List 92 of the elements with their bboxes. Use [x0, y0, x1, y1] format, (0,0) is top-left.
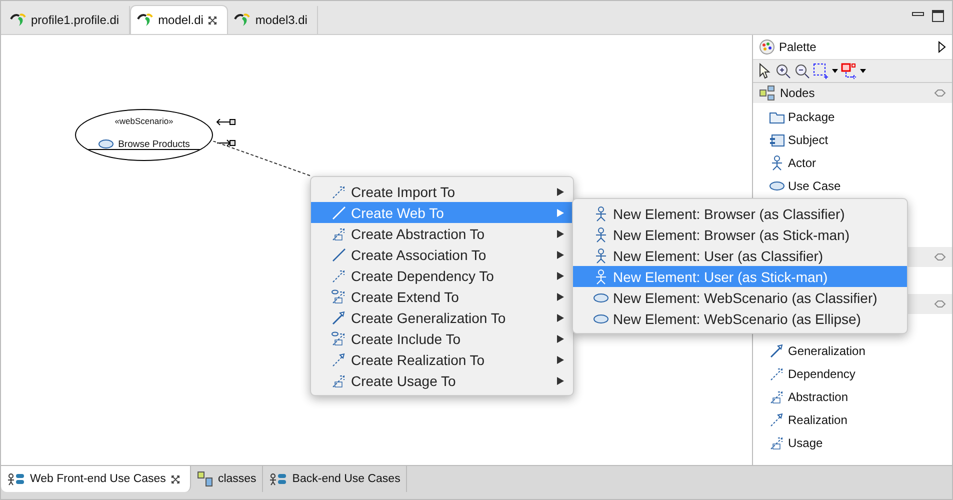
- submenu-arrow-icon: [555, 354, 565, 364]
- tab-label: Web Front-end Use Cases: [30, 473, 166, 485]
- actor-icon: [593, 206, 609, 222]
- menu-item[interactable]: Create Dependency To: [311, 265, 573, 286]
- palette-tool[interactable]: Dependency: [788, 366, 856, 380]
- class-icon: [196, 471, 213, 487]
- dependency-icon: [331, 268, 347, 284]
- use-case-diagram-icon: [7, 472, 25, 486]
- zoom-in-icon[interactable]: [775, 63, 791, 79]
- palette-tool[interactable]: Use Case: [788, 178, 841, 192]
- dropdown-icon[interactable]: [860, 69, 866, 73]
- submenu-arrow-icon: [555, 186, 565, 196]
- abstraction-icon: [331, 226, 347, 242]
- submenu-arrow-icon: [555, 334, 565, 344]
- diagram-tab[interactable]: Back-end Use Cases: [263, 466, 408, 492]
- stereotype-label: «webScenario»: [114, 116, 174, 126]
- menu-item[interactable]: Create Association To: [311, 244, 573, 265]
- tab-label: profile1.profile.di: [31, 13, 120, 27]
- palette-tool[interactable]: Abstraction: [788, 390, 848, 404]
- menu-item[interactable]: New Element: Browser (as Stick-man): [573, 224, 907, 245]
- menu-item[interactable]: Create Import To: [311, 181, 573, 202]
- generalization-icon: [769, 342, 785, 358]
- dependency-icon: [331, 184, 347, 200]
- menu-item[interactable]: Create Extend To: [311, 286, 573, 307]
- drawer-title: Nodes: [780, 86, 816, 100]
- tab-label: Back-end Use Cases: [292, 473, 400, 485]
- submenu-arrow-icon: [555, 312, 565, 322]
- include-icon: [331, 330, 347, 346]
- realization-icon: [331, 352, 347, 368]
- palette-title: Palette: [779, 40, 818, 54]
- association-icon: [331, 246, 347, 262]
- submenu-arrow-icon: [555, 250, 565, 260]
- pin-icon[interactable]: [934, 89, 946, 97]
- usage-icon: [769, 434, 785, 450]
- diagram-tab[interactable]: Web Front-end Use Cases: [1, 466, 191, 492]
- menu-item[interactable]: Create Abstraction To: [311, 223, 573, 244]
- menu-item[interactable]: New Element: Browser (as Classifier): [573, 203, 907, 224]
- maximize-icon[interactable]: [932, 10, 944, 22]
- nodes-icon: [759, 85, 775, 101]
- minimize-icon[interactable]: [912, 12, 924, 16]
- dependency-icon: [769, 366, 785, 382]
- editor-tab[interactable]: model3.di: [228, 6, 318, 34]
- submenu-arrow-icon: [555, 270, 565, 280]
- usage-icon: [331, 372, 347, 388]
- palette-icon: [759, 39, 775, 55]
- menu-item[interactable]: Create Generalization To: [311, 307, 573, 328]
- pin-icon[interactable]: [934, 253, 946, 261]
- use-case-diagram-icon: [269, 472, 288, 486]
- association-icon: [331, 204, 347, 220]
- submenu-arrow-icon: [555, 376, 565, 386]
- actor-icon: [593, 248, 609, 264]
- extend-icon: [331, 288, 347, 304]
- diagram-tab[interactable]: classes: [190, 466, 264, 492]
- logo-icon: [10, 13, 26, 27]
- submenu-arrow-icon: [555, 228, 565, 238]
- abstraction-icon: [769, 388, 785, 404]
- close-icon[interactable]: [170, 474, 180, 484]
- use-case-name: Browse Products: [118, 138, 190, 150]
- marquee-icon[interactable]: [813, 63, 829, 79]
- menu-item[interactable]: Create Include To: [311, 328, 573, 349]
- submenu-arrow-icon: [555, 208, 565, 218]
- pin-icon[interactable]: [934, 300, 946, 308]
- menu-item[interactable]: Create Usage To: [311, 370, 573, 391]
- realization-icon: [769, 412, 785, 428]
- palette-tool[interactable]: Generalization: [788, 344, 866, 358]
- logo-icon: [137, 13, 154, 27]
- connection-select-icon[interactable]: [841, 63, 857, 79]
- subject-icon: [769, 132, 785, 148]
- zoom-out-icon[interactable]: [794, 63, 810, 79]
- tab-label: model.di: [158, 13, 204, 27]
- submenu-arrow-icon: [555, 292, 565, 302]
- editor-tab[interactable]: model.di: [130, 5, 228, 34]
- menu-item[interactable]: New Element: WebScenario (as Classifier): [573, 287, 907, 308]
- actor-icon: [769, 154, 785, 170]
- palette-tool[interactable]: Package: [788, 110, 835, 124]
- tab-label: model3.di: [255, 13, 308, 27]
- dropdown-icon[interactable]: [832, 69, 838, 73]
- menu-item[interactable]: Create Realization To: [311, 349, 573, 370]
- palette-tool[interactable]: Subject: [788, 132, 828, 146]
- actor-icon: [593, 268, 609, 284]
- close-icon[interactable]: [208, 16, 218, 24]
- menu-item[interactable]: New Element: User (as Classifier): [573, 245, 907, 266]
- tab-label: classes: [218, 473, 256, 485]
- palette-tool[interactable]: Actor: [788, 156, 816, 170]
- generalization-icon: [331, 310, 347, 326]
- drawer-header[interactable]: Nodes: [753, 83, 952, 103]
- logo-icon: [234, 13, 250, 27]
- actor-icon: [593, 226, 609, 242]
- palette-tool[interactable]: Usage: [788, 436, 823, 450]
- palette-tool[interactable]: Realization: [788, 412, 848, 426]
- menu-item[interactable]: New Element: WebScenario (as Ellipse): [573, 308, 907, 329]
- collapse-icon[interactable]: [938, 41, 946, 53]
